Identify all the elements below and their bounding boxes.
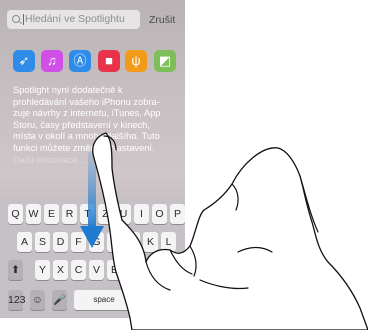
hand-gesture-illustration [92,132,368,330]
